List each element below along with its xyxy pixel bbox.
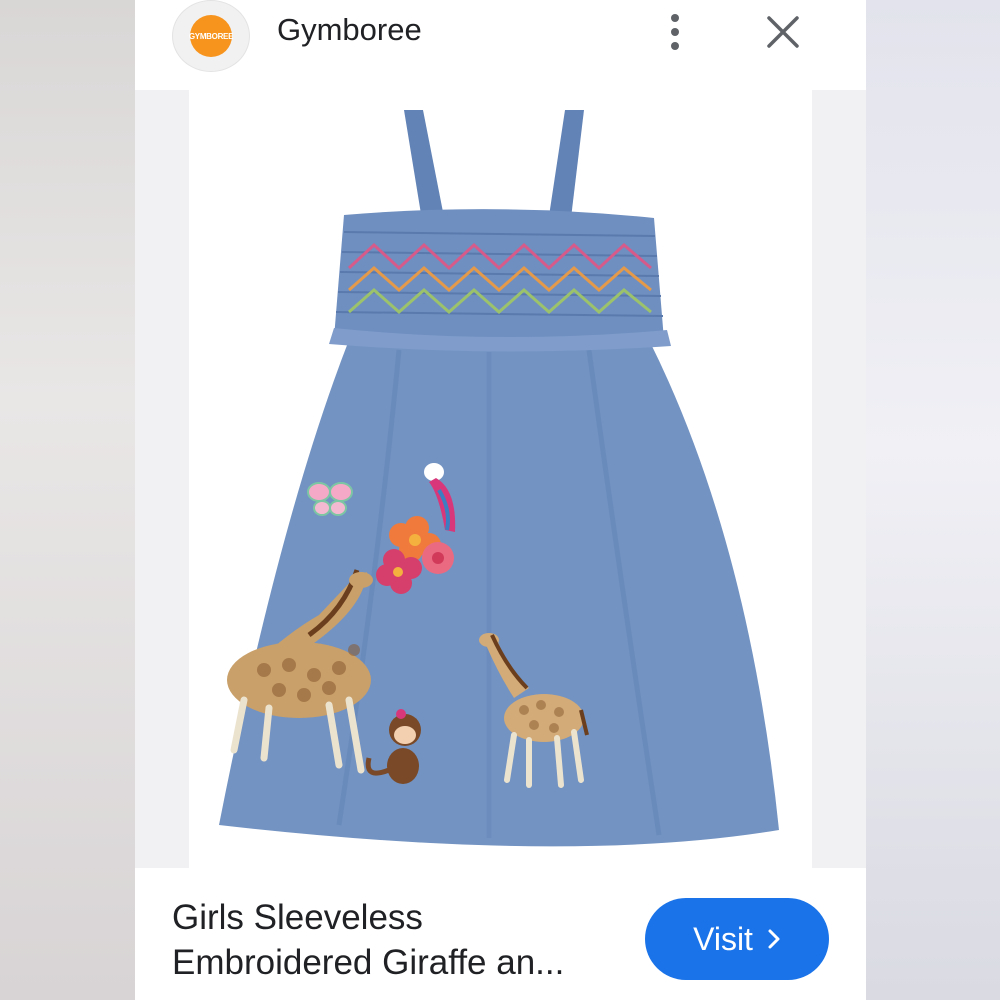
product-title[interactable]: Girls Sleeveless Embroidered Giraffe an.…: [172, 895, 612, 985]
background-left: [0, 0, 135, 1000]
close-button[interactable]: [761, 10, 805, 54]
logo-disc: GYMBOREE: [188, 15, 234, 57]
more-vert-icon-dot: [671, 28, 679, 36]
chevron-right-icon: [768, 929, 780, 949]
brand-name[interactable]: Gymboree: [277, 12, 422, 48]
brand-logo[interactable]: GYMBOREE: [172, 0, 250, 72]
logo-text: GYMBOREE: [188, 31, 234, 41]
background-right: [866, 0, 1000, 1000]
more-options-button[interactable]: [657, 10, 693, 54]
dress-illustration: [189, 90, 812, 868]
close-icon: [767, 16, 799, 48]
product-image[interactable]: [135, 90, 866, 868]
product-title-line-2: Embroidered Giraffe an...: [172, 943, 565, 982]
result-card: GYMBOREE Gymboree Girls Sleeveless Embro…: [135, 0, 866, 1000]
visit-button-label: Visit: [693, 920, 753, 957]
product-title-line-1: Girls Sleeveless: [172, 898, 423, 937]
more-vert-icon-dot: [671, 42, 679, 50]
card-header: GYMBOREE Gymboree: [135, 0, 866, 90]
more-vert-icon: [671, 14, 679, 22]
visit-button[interactable]: Visit: [645, 898, 829, 980]
